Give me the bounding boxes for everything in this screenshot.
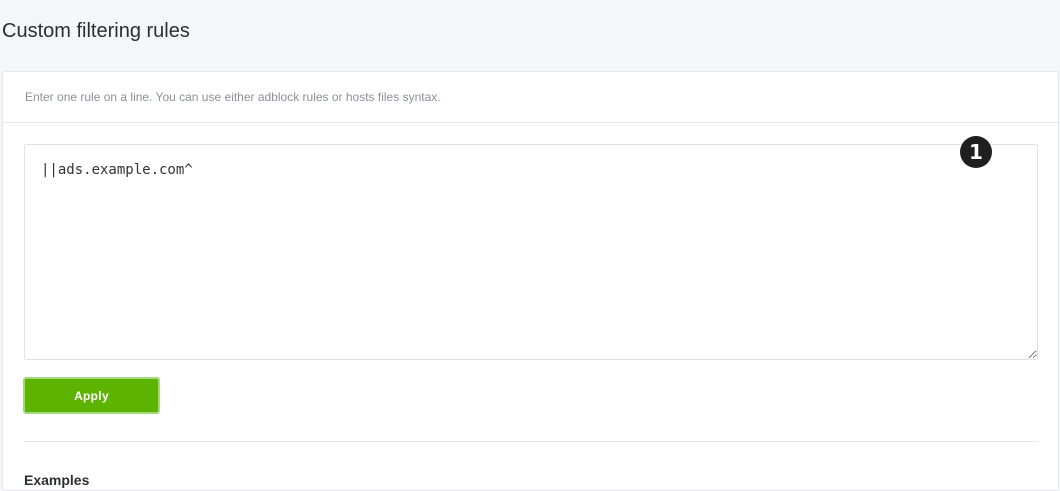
- apply-button[interactable]: Apply: [23, 377, 160, 414]
- step-number-badge: 1: [960, 136, 992, 168]
- custom-rules-card: Enter one rule on a line. You can use ei…: [2, 71, 1059, 491]
- card-subtitle: Enter one rule on a line. You can use ei…: [25, 90, 441, 104]
- rules-textarea[interactable]: ||ads.example.com^: [24, 144, 1038, 360]
- card-header-divider: [3, 122, 1058, 123]
- section-divider: [24, 441, 1038, 442]
- page-title: Custom filtering rules: [2, 20, 190, 42]
- examples-heading: Examples: [24, 472, 90, 488]
